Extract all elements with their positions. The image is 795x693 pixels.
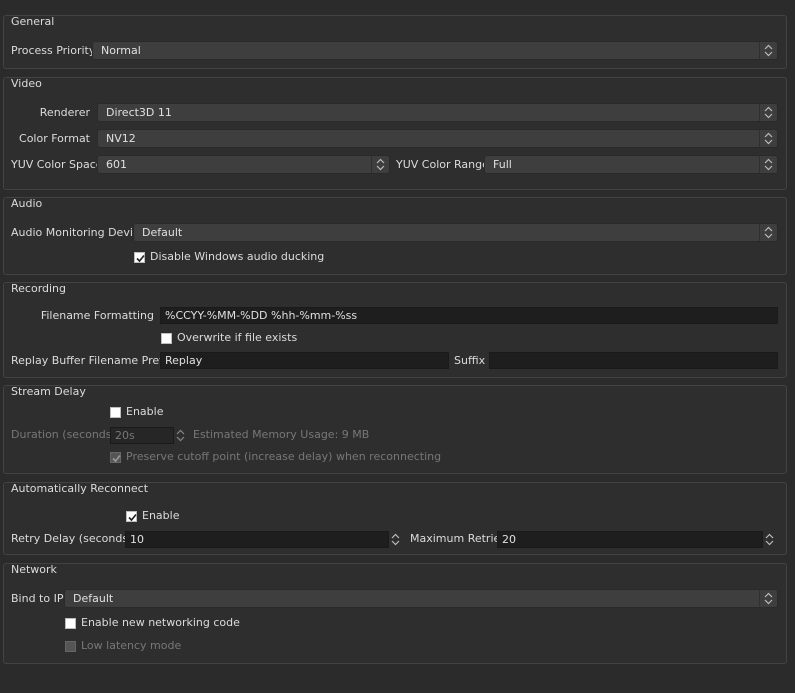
retry-delay-input[interactable]: 10 <box>125 531 389 548</box>
replay-prefix-input[interactable]: Replay <box>160 352 449 369</box>
low-latency-checkbox[interactable] <box>65 641 76 652</box>
estimated-memory-label: Estimated Memory Usage: 9 MB <box>193 428 370 441</box>
yuv-color-space-combo[interactable]: 601 <box>97 155 390 174</box>
renderer-value: Direct3D 11 <box>106 106 172 119</box>
color-format-value: NV12 <box>106 132 136 145</box>
auto-reconnect-enable-checkbox[interactable] <box>126 511 137 522</box>
updown-arrows-icon <box>759 224 777 241</box>
filename-formatting-input[interactable]: %CCYY-%MM-%DD %hh-%mm-%ss <box>160 307 778 324</box>
yuv-color-space-value: 601 <box>106 158 127 171</box>
network-group-title: Network <box>11 563 57 576</box>
general-group-title: General <box>11 15 55 28</box>
process-priority-label: Process Priority <box>11 44 96 57</box>
new-networking-checkbox[interactable] <box>65 618 76 629</box>
suffix-label: Suffix <box>454 354 486 367</box>
suffix-input[interactable] <box>489 352 778 369</box>
recording-group-title: Recording <box>11 282 67 295</box>
updown-arrows-icon <box>371 156 389 173</box>
yuv-color-range-label: YUV Color Range <box>396 158 489 171</box>
yuv-color-range-combo[interactable]: Full <box>484 155 778 174</box>
duration-spin-icon[interactable] <box>174 427 188 444</box>
max-retries-spin-icon[interactable] <box>763 531 777 548</box>
duration-label: Duration (seconds) <box>11 428 116 441</box>
overwrite-label[interactable]: Overwrite if file exists <box>177 330 297 346</box>
audio-monitoring-device-combo[interactable]: Default <box>133 223 778 242</box>
audio-monitoring-device-value: Default <box>142 226 183 239</box>
checkmark-icon <box>128 513 137 522</box>
color-format-combo[interactable]: NV12 <box>97 129 778 148</box>
auto-reconnect-enable-label[interactable]: Enable <box>142 508 179 524</box>
stream-delay-enable-label[interactable]: Enable <box>126 404 163 420</box>
process-priority-combo[interactable]: Normal <box>92 41 778 60</box>
overwrite-checkbox[interactable] <box>161 333 172 344</box>
bind-ip-label: Bind to IP <box>11 592 64 605</box>
retry-delay-label: Retry Delay (seconds) <box>11 532 133 545</box>
bind-ip-value: Default <box>73 592 114 605</box>
disable-ducking-label[interactable]: Disable Windows audio ducking <box>150 249 324 265</box>
max-retries-label: Maximum Retries <box>410 532 507 545</box>
yuv-color-space-label: YUV Color Space <box>11 158 103 171</box>
disable-ducking-checkbox[interactable] <box>134 252 145 263</box>
preserve-cutoff-label[interactable]: Preserve cutoff point (increase delay) w… <box>126 449 441 465</box>
updown-arrows-icon <box>759 130 777 147</box>
updown-arrows-icon <box>759 156 777 173</box>
low-latency-label[interactable]: Low latency mode <box>81 638 181 654</box>
renderer-combo[interactable]: Direct3D 11 <box>97 103 778 122</box>
new-networking-label[interactable]: Enable new networking code <box>81 615 240 631</box>
audio-monitoring-device-label: Audio Monitoring Device <box>11 226 146 239</box>
replay-prefix-label: Replay Buffer Filename Prefix <box>11 354 173 367</box>
preserve-cutoff-checkbox[interactable] <box>110 452 121 463</box>
bind-ip-combo[interactable]: Default <box>64 589 778 608</box>
video-group-title: Video <box>11 77 42 90</box>
checkmark-icon <box>136 254 145 263</box>
checkmark-icon <box>112 454 121 463</box>
updown-arrows-icon <box>759 104 777 121</box>
duration-input[interactable]: 20s <box>110 427 174 444</box>
updown-arrows-icon <box>759 42 777 59</box>
filename-formatting-label: Filename Formatting <box>40 309 154 322</box>
auto-reconnect-group-title: Automatically Reconnect <box>11 482 149 495</box>
audio-group-title: Audio <box>11 197 43 210</box>
renderer-label: Renderer <box>39 106 90 119</box>
max-retries-input[interactable]: 20 <box>497 531 763 548</box>
updown-arrows-icon <box>759 590 777 607</box>
stream-delay-enable-checkbox[interactable] <box>110 407 121 418</box>
yuv-color-range-value: Full <box>493 158 512 171</box>
stream-delay-group-title: Stream Delay <box>11 385 86 398</box>
color-format-label: Color Format <box>19 132 90 145</box>
process-priority-value: Normal <box>101 44 141 57</box>
retry-delay-spin-icon[interactable] <box>389 531 403 548</box>
